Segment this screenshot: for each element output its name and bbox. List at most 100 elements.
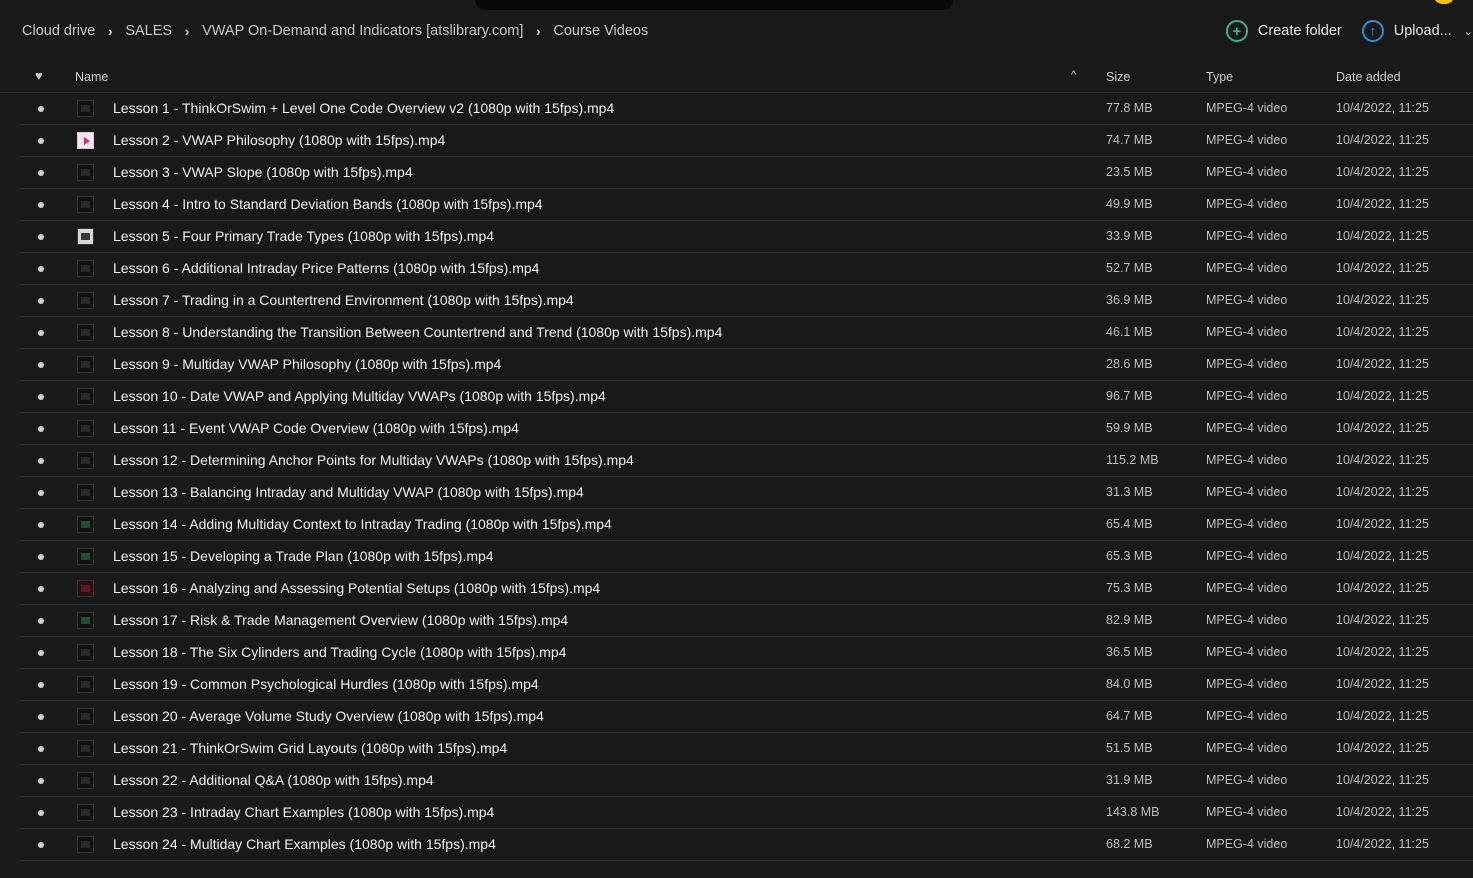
file-name[interactable]: Lesson 5 - Four Primary Trade Types (108… [113,228,494,244]
file-size: 33.9 MB [1106,229,1153,243]
table-row[interactable]: Lesson 22 - Additional Q&A (1080p with 1… [20,765,1473,797]
file-type: MPEG-4 video [1206,709,1288,723]
dot-icon[interactable] [38,554,44,560]
file-name[interactable]: Lesson 21 - ThinkOrSwim Grid Layouts (10… [113,740,507,756]
dot-icon[interactable] [38,650,44,656]
video-thumbnail-icon [77,356,94,373]
dot-icon[interactable] [38,106,44,112]
dot-icon[interactable] [38,682,44,688]
table-row[interactable]: Lesson 9 - Multiday VWAP Philosophy (108… [20,349,1473,381]
file-name[interactable]: Lesson 19 - Common Psychological Hurdles… [113,676,539,692]
table-row[interactable]: Lesson 4 - Intro to Standard Deviation B… [20,189,1473,221]
file-name[interactable]: Lesson 4 - Intro to Standard Deviation B… [113,196,543,212]
dot-icon[interactable] [38,266,44,272]
breadcrumb-cloud-drive[interactable]: Cloud drive [22,23,95,39]
table-row[interactable]: Lesson 1 - ThinkOrSwim + Level One Code … [20,93,1473,125]
file-type: MPEG-4 video [1206,613,1288,627]
file-table: ♥ Name ^ Size Type Date added Lesson 1 -… [0,60,1473,861]
breadcrumb: Cloud drive › SALES › VWAP On-Demand and… [22,23,648,39]
file-name[interactable]: Lesson 23 - Intraday Chart Examples (108… [113,804,494,820]
file-name[interactable]: Lesson 12 - Determining Anchor Points fo… [113,452,634,468]
table-row[interactable]: Lesson 5 - Four Primary Trade Types (108… [20,221,1473,253]
dot-icon[interactable] [38,746,44,752]
table-row[interactable]: Lesson 21 - ThinkOrSwim Grid Layouts (10… [20,733,1473,765]
dot-icon[interactable] [38,618,44,624]
notification-indicator [1433,0,1455,4]
table-row[interactable]: Lesson 8 - Understanding the Transition … [20,317,1473,349]
dot-icon[interactable] [38,202,44,208]
upload-button[interactable]: ↑ Upload... ⌄ [1361,20,1473,42]
table-row[interactable]: Lesson 19 - Common Psychological Hurdles… [20,669,1473,701]
table-row[interactable]: Lesson 14 - Adding Multiday Context to I… [20,509,1473,541]
file-name[interactable]: Lesson 9 - Multiday VWAP Philosophy (108… [113,356,501,372]
breadcrumb-course-videos: Course Videos [553,23,649,39]
dot-icon[interactable] [38,714,44,720]
table-row[interactable]: Lesson 18 - The Six Cylinders and Tradin… [20,637,1473,669]
dot-icon[interactable] [38,490,44,496]
column-type-header[interactable]: Type [1206,70,1233,84]
file-name[interactable]: Lesson 1 - ThinkOrSwim + Level One Code … [113,100,614,116]
file-size: 49.9 MB [1106,197,1153,211]
file-name[interactable]: Lesson 18 - The Six Cylinders and Tradin… [113,644,566,660]
file-name[interactable]: Lesson 11 - Event VWAP Code Overview (10… [113,420,519,436]
table-row[interactable]: Lesson 12 - Determining Anchor Points fo… [20,445,1473,477]
file-name[interactable]: Lesson 16 - Analyzing and Assessing Pote… [113,580,600,596]
dot-icon[interactable] [38,810,44,816]
file-name[interactable]: Lesson 3 - VWAP Slope (1080p with 15fps)… [113,164,413,180]
file-type: MPEG-4 video [1206,357,1288,371]
table-row[interactable]: Lesson 7 - Trading in a Countertrend Env… [20,285,1473,317]
dot-icon[interactable] [38,426,44,432]
dot-icon[interactable] [38,842,44,848]
file-name[interactable]: Lesson 13 - Balancing Intraday and Multi… [113,484,584,500]
chevron-down-icon[interactable]: ⌄ [1464,25,1473,38]
dot-icon[interactable] [38,362,44,368]
file-name[interactable]: Lesson 6 - Additional Intraday Price Pat… [113,260,539,276]
table-row[interactable]: Lesson 15 - Developing a Trade Plan (108… [20,541,1473,573]
column-name-header[interactable]: Name [75,70,108,84]
create-folder-button[interactable]: + Create folder [1225,20,1342,42]
file-name[interactable]: Lesson 8 - Understanding the Transition … [113,324,722,340]
dot-icon[interactable] [38,458,44,464]
dot-icon[interactable] [38,394,44,400]
dot-icon[interactable] [38,170,44,176]
dot-icon[interactable] [38,138,44,144]
breadcrumb-sales[interactable]: SALES [125,23,172,39]
breadcrumb-vwap[interactable]: VWAP On-Demand and Indicators [atslibrar… [202,23,523,39]
column-size-header[interactable]: Size [1106,70,1130,84]
dot-icon[interactable] [38,522,44,528]
table-row[interactable]: Lesson 23 - Intraday Chart Examples (108… [20,797,1473,829]
dot-icon[interactable] [38,298,44,304]
file-name[interactable]: Lesson 20 - Average Volume Study Overvie… [113,708,544,724]
file-name[interactable]: Lesson 2 - VWAP Philosophy (1080p with 1… [113,132,445,148]
table-row[interactable]: Lesson 11 - Event VWAP Code Overview (10… [20,413,1473,445]
table-row[interactable]: Lesson 2 - VWAP Philosophy (1080p with 1… [20,125,1473,157]
table-row[interactable]: Lesson 3 - VWAP Slope (1080p with 15fps)… [20,157,1473,189]
file-size: 68.2 MB [1106,837,1153,851]
dot-icon[interactable] [38,586,44,592]
file-name[interactable]: Lesson 14 - Adding Multiday Context to I… [113,516,612,532]
table-row[interactable]: Lesson 16 - Analyzing and Assessing Pote… [20,573,1473,605]
column-date-header[interactable]: Date added [1336,70,1401,84]
file-name[interactable]: Lesson 7 - Trading in a Countertrend Env… [113,292,574,308]
table-row[interactable]: Lesson 20 - Average Volume Study Overvie… [20,701,1473,733]
video-thumbnail-icon [77,164,94,181]
file-name[interactable]: Lesson 10 - Date VWAP and Applying Multi… [113,388,606,404]
dot-icon[interactable] [38,778,44,784]
file-name[interactable]: Lesson 17 - Risk & Trade Management Over… [113,612,568,628]
heart-icon[interactable]: ♥ [35,68,43,83]
file-date: 10/4/2022, 11:25 [1336,613,1429,627]
file-date: 10/4/2022, 11:25 [1336,197,1429,211]
file-name[interactable]: Lesson 15 - Developing a Trade Plan (108… [113,548,494,564]
dot-icon[interactable] [38,330,44,336]
file-date: 10/4/2022, 11:25 [1336,709,1429,723]
file-name[interactable]: Lesson 24 - Multiday Chart Examples (108… [113,836,496,852]
sort-ascending-icon[interactable]: ^ [1071,69,1076,81]
table-row[interactable]: Lesson 10 - Date VWAP and Applying Multi… [20,381,1473,413]
table-row[interactable]: Lesson 13 - Balancing Intraday and Multi… [20,477,1473,509]
table-row[interactable]: Lesson 6 - Additional Intraday Price Pat… [20,253,1473,285]
table-row[interactable]: Lesson 17 - Risk & Trade Management Over… [20,605,1473,637]
file-type: MPEG-4 video [1206,293,1288,307]
table-row[interactable]: Lesson 24 - Multiday Chart Examples (108… [20,829,1473,861]
file-name[interactable]: Lesson 22 - Additional Q&A (1080p with 1… [113,772,434,788]
dot-icon[interactable] [38,234,44,240]
